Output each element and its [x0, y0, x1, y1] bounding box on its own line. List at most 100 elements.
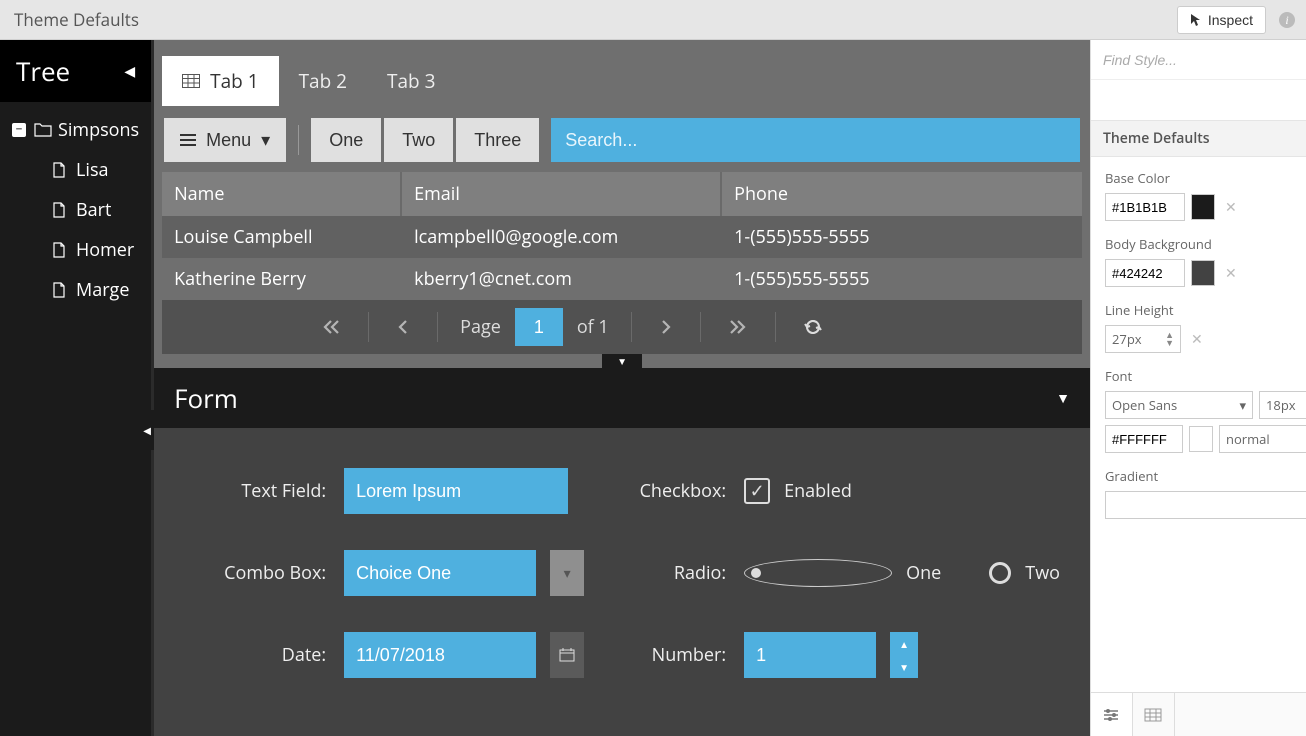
font-family-value: Open Sans	[1112, 396, 1177, 414]
radio-two[interactable]	[989, 562, 1011, 584]
inspect-button[interactable]: Inspect	[1177, 6, 1266, 34]
toolbar: Menu ▾ One Two Three	[154, 108, 1090, 172]
font-size-input[interactable]: 18px ▲ ▼	[1259, 391, 1306, 419]
tab-label: Tab 3	[387, 68, 435, 94]
gradient-select[interactable]: ▾	[1105, 491, 1306, 519]
tab-2[interactable]: Tab 2	[279, 56, 367, 106]
date-label: Date:	[184, 643, 344, 667]
radio-two-label: Two	[1025, 561, 1060, 585]
menu-button[interactable]: Menu ▾	[164, 118, 286, 162]
cell-phone: 1-(555)555-5555	[722, 216, 1082, 258]
tree-item-label: Marge	[76, 278, 129, 302]
font-weight-value: normal	[1226, 430, 1270, 448]
date-input[interactable]	[344, 632, 536, 678]
form-title: Form	[174, 380, 238, 416]
combobox-input[interactable]	[344, 550, 536, 596]
theme-section-header[interactable]: Theme Defaults ▲	[1091, 120, 1306, 157]
tree-item-bart[interactable]: Bart	[0, 190, 151, 230]
font-weight-select[interactable]: normal ▾	[1219, 425, 1306, 453]
tab-3[interactable]: Tab 3	[367, 56, 455, 106]
page-label: Page	[460, 315, 501, 339]
main-area: ◀ Tab 1 Tab 2 Tab 3 Menu ▾	[154, 40, 1090, 736]
tab-1[interactable]: Tab 1	[162, 56, 278, 106]
hamburger-icon	[180, 134, 196, 146]
tree-item-label: Lisa	[76, 158, 109, 182]
tree-panel-header[interactable]: Tree ◀	[0, 40, 151, 102]
spinner-up-icon[interactable]: ▲	[890, 632, 918, 655]
tree-title: Tree	[16, 53, 70, 89]
data-grid: Name Email Phone Louise Campbell lcampbe…	[162, 172, 1082, 300]
segment-three[interactable]: Three	[456, 118, 539, 162]
file-icon	[52, 162, 66, 178]
combobox-trigger[interactable]: ▾	[550, 550, 584, 596]
caret-down-icon: ▾	[1239, 396, 1246, 414]
first-page-button[interactable]	[316, 313, 346, 341]
line-height-value: 27px	[1112, 330, 1142, 348]
separator	[368, 312, 369, 342]
col-phone[interactable]: Phone	[722, 172, 1082, 216]
svg-text:i: i	[1285, 13, 1288, 27]
page-input[interactable]	[515, 308, 563, 346]
grid-icon	[182, 74, 200, 88]
spinner-down-icon[interactable]: ▼	[1165, 339, 1174, 347]
form-header[interactable]: Form ▼	[154, 368, 1090, 428]
segment-two[interactable]: Two	[384, 118, 453, 162]
number-label: Number:	[584, 643, 744, 667]
info-icon[interactable]: i	[1278, 11, 1296, 29]
app-title: Theme Defaults	[10, 8, 1177, 31]
spinner-down-icon[interactable]: ▼	[890, 655, 918, 678]
base-color-swatch[interactable]	[1191, 194, 1215, 220]
form-panel: Form ▼ Text Field: Checkbox: Enabled	[154, 368, 1090, 736]
separator	[700, 312, 701, 342]
tree-item-homer[interactable]: Homer	[0, 230, 151, 270]
folder-icon	[34, 123, 50, 137]
cell-phone: 1-(555)555-5555	[722, 258, 1082, 300]
clear-icon[interactable]: ✕	[1191, 330, 1203, 349]
file-icon	[52, 242, 66, 258]
body-bg-label: Body Background	[1105, 235, 1306, 253]
col-name[interactable]: Name	[162, 172, 402, 216]
collapse-toggle-icon[interactable]: −	[12, 123, 26, 137]
properties-view-button[interactable]	[1091, 693, 1133, 736]
caret-down-icon: ▾	[261, 130, 270, 151]
panel-collapse-handle[interactable]: ▼	[602, 354, 642, 368]
cell-email: lcampbell0@google.com	[402, 216, 722, 258]
table-row[interactable]: Louise Campbell lcampbell0@google.com 1-…	[162, 216, 1082, 258]
refresh-button[interactable]	[798, 312, 828, 342]
clear-icon[interactable]: ✕	[1225, 264, 1237, 283]
segment-one[interactable]: One	[311, 118, 381, 162]
body-bg-input[interactable]	[1105, 259, 1185, 287]
line-height-input[interactable]: 27px ▲ ▼	[1105, 325, 1181, 353]
toolbar-separator	[298, 125, 299, 155]
clear-icon[interactable]: ✕	[1225, 198, 1237, 217]
radio-one-label: One	[906, 561, 941, 585]
tree-item-lisa[interactable]: Lisa	[0, 150, 151, 190]
body-bg-swatch[interactable]	[1191, 260, 1215, 286]
last-page-button[interactable]	[723, 313, 753, 341]
number-spinner[interactable]: ▲ ▼	[890, 632, 918, 678]
tree-item-marge[interactable]: Marge	[0, 270, 151, 310]
calendar-icon[interactable]	[550, 632, 584, 678]
textfield-input[interactable]	[344, 468, 568, 514]
col-email[interactable]: Email	[402, 172, 722, 216]
splitter-handle[interactable]: ◀	[140, 410, 154, 450]
cell-name: Katherine Berry	[162, 258, 402, 300]
chevron-left-icon: ◀	[124, 62, 135, 81]
radio-one[interactable]	[744, 559, 892, 587]
search-input[interactable]	[551, 118, 1080, 162]
font-family-select[interactable]: Open Sans ▾	[1105, 391, 1253, 419]
find-style-input[interactable]	[1103, 52, 1306, 68]
checkbox-input[interactable]	[744, 478, 770, 504]
next-page-button[interactable]	[654, 313, 678, 341]
tree-root-label: Simpsons	[58, 118, 139, 142]
tree-root-node[interactable]: − Simpsons	[0, 110, 151, 150]
font-color-swatch[interactable]	[1189, 426, 1213, 452]
number-input[interactable]	[744, 632, 876, 678]
file-icon	[52, 282, 66, 298]
base-color-input[interactable]	[1105, 193, 1185, 221]
table-row[interactable]: Katherine Berry kberry1@cnet.com 1-(555)…	[162, 258, 1082, 300]
theme-inspector-panel: − + Theme Defaults ▲ Base Color ✕ Body B…	[1090, 40, 1306, 736]
grid-view-button[interactable]	[1133, 693, 1175, 736]
font-color-input[interactable]	[1105, 425, 1183, 453]
prev-page-button[interactable]	[391, 313, 415, 341]
